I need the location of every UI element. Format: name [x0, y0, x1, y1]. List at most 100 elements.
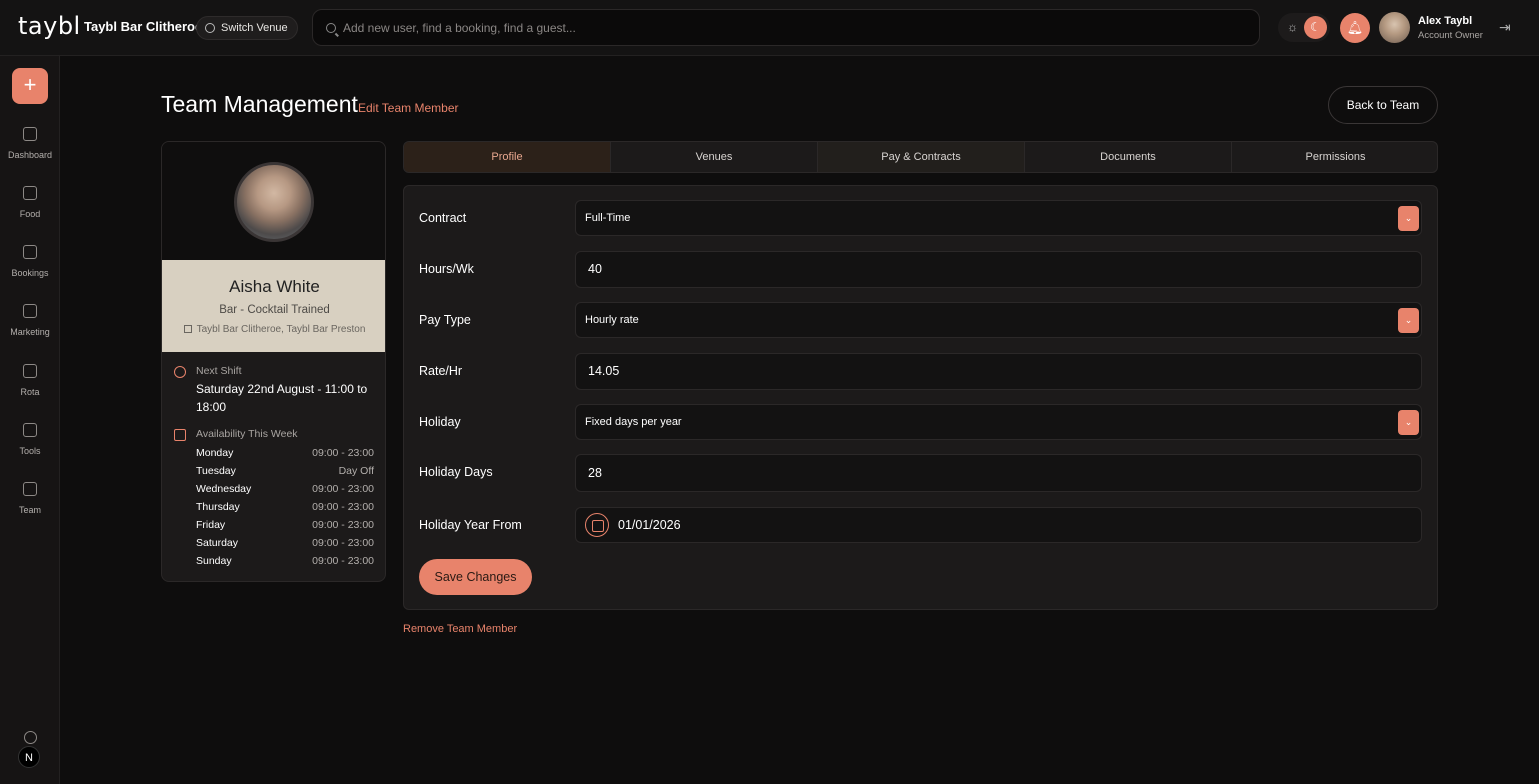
tab-pay-contracts[interactable]: Pay & Contracts: [818, 142, 1025, 172]
pay-type-label: Pay Type: [419, 313, 471, 327]
tab-venues[interactable]: Venues: [611, 142, 818, 172]
sidebar-item-marketing[interactable]: Marketing: [0, 304, 60, 352]
calendar-icon: [174, 429, 186, 441]
calendar-icon[interactable]: [585, 513, 609, 537]
holiday-year-from-field[interactable]: 01/01/2026: [575, 507, 1422, 543]
pay-type-value: Hourly rate: [585, 314, 639, 326]
sidebar-item-label: Food: [19, 209, 41, 219]
profile-name-box: Aisha White Bar - Cocktail Trained Taybl…: [162, 260, 385, 352]
sidebar-item-food[interactable]: Food: [0, 186, 60, 234]
availability-row: Wednesday 09:00 - 23:00: [196, 483, 374, 499]
pay-type-select[interactable]: Hourly rate ⌄: [575, 302, 1422, 338]
marketing-icon: [23, 304, 37, 318]
availability-day: Wednesday: [196, 483, 252, 495]
sidebar-item-label: Team: [18, 505, 41, 515]
sidebar-item-label: Rota: [20, 387, 40, 397]
sidebar-item-label: Bookings: [11, 268, 49, 278]
contract-select[interactable]: Full-Time ⌄: [575, 200, 1422, 236]
availability-day: Thursday: [196, 501, 240, 513]
hours-field[interactable]: 40: [575, 251, 1422, 288]
venue-icon: [183, 325, 192, 333]
sidebar: + Dashboard Food Bookings Marketing Rota…: [0, 56, 60, 784]
profile-card: Aisha White Bar - Cocktail Trained Taybl…: [161, 141, 386, 582]
sidebar-item-tools[interactable]: Tools: [0, 423, 60, 471]
team-icon: [23, 482, 37, 496]
dashboard-icon: [23, 127, 37, 141]
chevron-down-icon[interactable]: ⌄: [1398, 206, 1419, 231]
availability-time: 09:00 - 23:00: [312, 483, 374, 495]
availability-day: Tuesday: [196, 465, 236, 477]
search-input[interactable]: [343, 10, 1243, 45]
holiday-days-field[interactable]: 28: [575, 454, 1422, 492]
availability-row: Thursday 09:00 - 23:00: [196, 501, 374, 517]
availability-time: 09:00 - 23:00: [312, 519, 374, 531]
hours-label: Hours/Wk: [419, 262, 474, 276]
chevron-down-icon[interactable]: ⌄: [1398, 410, 1419, 435]
contract-label: Contract: [419, 211, 467, 225]
profile-photo: [234, 162, 314, 242]
member-role: Bar - Cocktail Trained: [219, 304, 330, 316]
top-bar: taybl Taybl Bar Clitheroe Switch Venue ☼…: [0, 0, 1539, 56]
holiday-days-label: Holiday Days: [419, 465, 493, 479]
n-badge[interactable]: N: [18, 746, 40, 768]
member-venues-text: Taybl Bar Clitheroe, Taybl Bar Preston: [196, 324, 366, 335]
theme-toggle[interactable]: ☼ ☾: [1278, 13, 1330, 42]
sidebar-item-rota[interactable]: Rota: [0, 364, 60, 412]
sidebar-item-label: Dashboard: [7, 150, 53, 160]
member-name: Aisha White: [229, 277, 320, 296]
tab-documents[interactable]: Documents: [1025, 142, 1232, 172]
settings-gear-icon[interactable]: [24, 731, 37, 744]
availability-day: Monday: [196, 447, 234, 459]
tab-profile[interactable]: Profile: [404, 142, 611, 172]
rate-field[interactable]: 14.05: [575, 353, 1422, 390]
switch-venue-label: Switch Venue: [221, 22, 288, 34]
save-changes-button[interactable]: Save Changes: [419, 559, 532, 595]
holiday-label: Holiday: [419, 415, 461, 429]
availability-time: 09:00 - 23:00: [312, 447, 374, 459]
rate-value: 14.05: [588, 364, 620, 378]
switch-icon: [205, 23, 215, 33]
pay-contracts-form: Contract Full-Time ⌄ Hours/Wk 40 Pay Typ…: [403, 185, 1438, 610]
tab-permissions[interactable]: Permissions: [1232, 142, 1437, 172]
hours-value: 40: [588, 262, 602, 276]
availability-time: 09:00 - 23:00: [312, 555, 374, 567]
availability-row: Saturday 09:00 - 23:00: [196, 537, 374, 553]
contract-value: Full-Time: [585, 212, 631, 224]
taybl-logo[interactable]: taybl: [18, 12, 81, 40]
logout-icon[interactable]: ⇥: [1499, 19, 1513, 35]
availability-time: 09:00 - 23:00: [312, 537, 374, 549]
switch-venue-button[interactable]: Switch Venue: [196, 16, 298, 40]
holiday-year-from-label: Holiday Year From: [419, 518, 522, 532]
next-shift-value: Saturday 22nd August - 11:00 to 18:00: [196, 382, 368, 414]
global-search[interactable]: [312, 9, 1260, 46]
availability-label: Availability This Week: [196, 428, 298, 440]
availability-row: Friday 09:00 - 23:00: [196, 519, 374, 535]
holiday-select[interactable]: Fixed days per year ⌄: [575, 404, 1422, 440]
user-name[interactable]: Alex Taybl: [1418, 15, 1472, 27]
user-avatar[interactable]: [1379, 12, 1410, 43]
chevron-down-icon[interactable]: ⌄: [1398, 308, 1419, 333]
member-tabs: Profile Venues Pay & Contracts Documents…: [403, 141, 1438, 173]
bookings-icon: [23, 245, 37, 259]
availability-row: Sunday 09:00 - 23:00: [196, 555, 374, 571]
sidebar-item-dashboard[interactable]: Dashboard: [0, 127, 60, 175]
page-title: Team Management: [161, 91, 358, 117]
clock-icon: [174, 366, 186, 378]
current-venue-name: Taybl Bar Clitheroe: [84, 19, 203, 34]
availability-time: 09:00 - 23:00: [312, 501, 374, 513]
holiday-year-from-value: 01/01/2026: [618, 518, 681, 532]
member-venues: Taybl Bar Clitheroe, Taybl Bar Preston: [162, 324, 385, 335]
sidebar-item-team[interactable]: Team: [0, 482, 60, 530]
notifications-bell-icon[interactable]: 🔔︎: [1340, 13, 1370, 43]
sidebar-item-label: Marketing: [10, 327, 50, 337]
remove-team-member-link[interactable]: Remove Team Member: [403, 623, 517, 635]
availability-time: Day Off: [338, 465, 374, 477]
add-button[interactable]: +: [12, 68, 48, 104]
availability-row: Monday 09:00 - 23:00: [196, 447, 374, 463]
sun-icon[interactable]: ☼: [1286, 21, 1299, 34]
availability-day: Sunday: [196, 555, 232, 567]
search-icon: [326, 23, 336, 33]
back-to-team-button[interactable]: Back to Team: [1328, 86, 1438, 124]
moon-icon[interactable]: ☾: [1304, 16, 1327, 39]
sidebar-item-bookings[interactable]: Bookings: [0, 245, 60, 293]
